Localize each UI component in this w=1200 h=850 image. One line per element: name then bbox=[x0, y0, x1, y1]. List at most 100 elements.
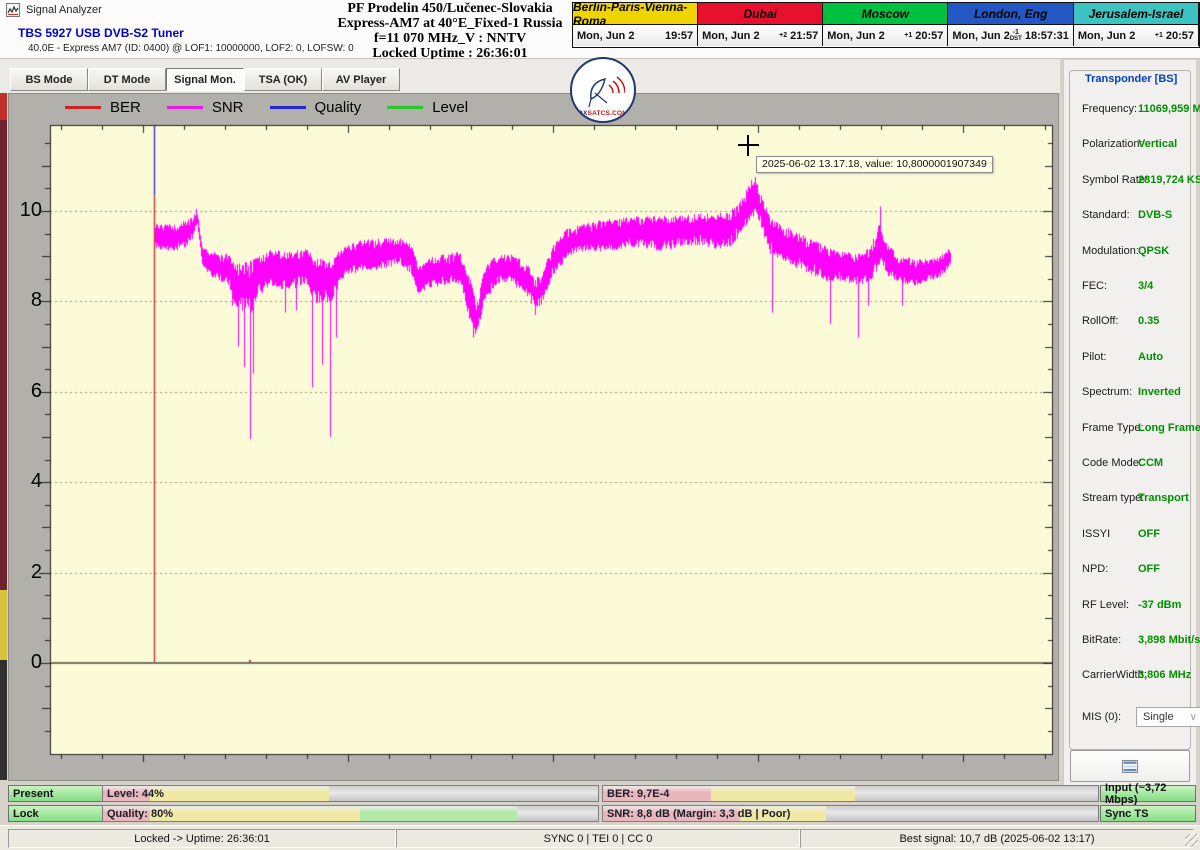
tp-row-label-13: NPD: bbox=[1082, 563, 1108, 575]
tp-row-label-4: Modulation: bbox=[1082, 245, 1139, 257]
tp-row-value-10: CCM bbox=[1138, 457, 1163, 469]
tp-row-value-14: -37 dBm bbox=[1138, 599, 1181, 611]
mis-label: MIS (0): bbox=[1082, 711, 1121, 723]
background-window-sliver-maroon bbox=[0, 120, 7, 590]
list-icon bbox=[1122, 760, 1138, 773]
legend-label: SNR bbox=[212, 99, 244, 116]
sync-ts-badge: Sync TS bbox=[1100, 805, 1196, 822]
legend-line-level bbox=[387, 106, 423, 109]
tp-row-value-16: 3,806 MHz bbox=[1138, 669, 1191, 681]
legend-label: BER bbox=[110, 99, 141, 116]
tp-row-value-3: DVB-S bbox=[1138, 209, 1172, 221]
legend-line-quality bbox=[270, 106, 306, 109]
logo-caption: DXSATCS.COM bbox=[578, 110, 628, 117]
transponder-list-button[interactable] bbox=[1070, 750, 1190, 782]
tp-row-label-3: Standard: bbox=[1082, 209, 1130, 221]
tp-row-label-10: Code Mode: bbox=[1082, 457, 1142, 469]
input-label: Input (~3,72 Mbps) bbox=[1105, 782, 1195, 806]
gauge-quality-label: Quality: 80% bbox=[107, 806, 173, 821]
legend-line-ber bbox=[65, 106, 101, 109]
tab-strip: BS ModeDT ModeSignal Mon.TSA (OK)AV Play… bbox=[0, 59, 1060, 93]
legend-item-quality: Quality bbox=[270, 99, 362, 116]
tab-bs-mode[interactable]: BS Mode bbox=[10, 68, 88, 91]
tp-row-value-9: Long Frame bbox=[1138, 422, 1200, 434]
dxsatcs-logo: DXSATCS.COM bbox=[570, 57, 636, 123]
present-badge: Present bbox=[8, 785, 104, 802]
transponder-title: Transponder [BS] bbox=[1082, 73, 1180, 85]
clock-city-1: Dubai bbox=[698, 3, 823, 25]
clock-time-1: Mon, Jun 2+221:57 bbox=[698, 25, 823, 46]
chart-tooltip: 2025-06-02 13.17.18, value: 10,800000190… bbox=[756, 156, 993, 173]
gauge-snr-label: SNR: 8,8 dB (Margin: 3,3 dB | Poor) bbox=[607, 806, 790, 821]
legend-label: Level bbox=[432, 99, 468, 116]
tp-row-value-2: 2819,724 KS/s bbox=[1138, 174, 1200, 186]
tab-av-player[interactable]: AV Player bbox=[322, 68, 400, 91]
input-badge: Input (~3,72 Mbps) bbox=[1100, 785, 1196, 802]
tp-row-label-15: BitRate: bbox=[1082, 634, 1121, 646]
statusbar: Locked -> Uptime: 26:36:01 SYNC 0 | TEI … bbox=[0, 825, 1200, 850]
app-icon bbox=[6, 3, 20, 17]
tp-row-value-4: QPSK bbox=[1138, 245, 1169, 257]
tp-row-label-6: RollOff: bbox=[1082, 315, 1118, 327]
tp-row-value-7: Auto bbox=[1138, 351, 1163, 363]
gauge-quality-seg-1 bbox=[150, 806, 360, 821]
window-title: Signal Analyzer bbox=[26, 4, 102, 16]
statusbar-best-signal: Best signal: 10,7 dB (2025-06-02 13:17) bbox=[800, 829, 1194, 848]
crosshair-cursor-h bbox=[738, 144, 759, 146]
resize-grip[interactable] bbox=[1185, 834, 1198, 847]
tp-row-value-8: Inverted bbox=[1138, 386, 1181, 398]
snr-monitor-chart[interactable] bbox=[34, 119, 1056, 763]
clock-time-2: Mon, Jun 2+120:57 bbox=[823, 25, 948, 46]
tuner-title: TBS 5927 USB DVB-S2 Tuner bbox=[18, 26, 184, 40]
gauge-ber-seg-1 bbox=[711, 786, 855, 801]
gauge-ber-label: BER: 9,7E-4 bbox=[607, 786, 669, 801]
clock-city-4: Jerusalem-Israel bbox=[1074, 3, 1199, 25]
legend-line-snr bbox=[167, 106, 203, 109]
gauge-level-label: Level: 44% bbox=[107, 786, 164, 801]
statusbar-uptime: Locked -> Uptime: 26:36:01 bbox=[8, 829, 396, 848]
statusbar-sync-counters: SYNC 0 | TEI 0 | CC 0 bbox=[396, 829, 800, 848]
tp-row-value-11: Transport bbox=[1138, 492, 1189, 504]
tp-row-value-12: OFF bbox=[1138, 528, 1160, 540]
clock-city-0: Berlin-Paris-Vienna-Roma bbox=[573, 3, 698, 25]
tab-dt-mode[interactable]: DT Mode bbox=[88, 68, 166, 91]
site-line-1: PF Prodelin 450/Lučenec-Slovakia bbox=[330, 1, 570, 16]
site-line-3: f=11 070 MHz_V : NNTV bbox=[330, 31, 570, 46]
clock-time-3: Mon, Jun 2-1DST18:57:31 bbox=[948, 25, 1074, 46]
site-info: PF Prodelin 450/Lučenec-Slovakia Express… bbox=[330, 1, 570, 61]
legend-item-level: Level bbox=[387, 99, 468, 116]
tp-row-label-12: ISSYI bbox=[1082, 528, 1110, 540]
tp-row-label-11: Stream type: bbox=[1082, 492, 1144, 504]
tp-row-label-1: Polarization: bbox=[1082, 138, 1143, 150]
clock-city-2: Moscow bbox=[823, 3, 948, 25]
tp-row-value-6: 0.35 bbox=[1138, 315, 1159, 327]
clock-time-0: Mon, Jun 219:57 bbox=[573, 25, 698, 46]
background-window-sliver-yellow bbox=[0, 590, 7, 660]
tp-row-label-5: FEC: bbox=[1082, 280, 1107, 292]
chart-legend: BER SNR Quality Level bbox=[9, 94, 1058, 120]
lock-badge: Lock bbox=[8, 805, 104, 822]
mis-dropdown[interactable]: Single ∨ bbox=[1136, 707, 1200, 727]
tuner-subtitle: 40.0E - Express AM7 (ID: 0400) @ LOF1: 1… bbox=[28, 43, 354, 54]
present-label: Present bbox=[13, 788, 53, 800]
gauge-level: Level: 44% bbox=[102, 785, 599, 802]
signal-analyzer-window: Signal Analyzer TBS 5927 USB DVB-S2 Tune… bbox=[0, 0, 1200, 850]
lock-label: Lock bbox=[13, 808, 39, 820]
tp-row-label-7: Pilot: bbox=[1082, 351, 1106, 363]
tp-row-label-0: Frequency: bbox=[1082, 103, 1137, 115]
background-window-sliver-dark bbox=[0, 660, 7, 780]
tp-row-label-14: RF Level: bbox=[1082, 599, 1129, 611]
tp-row-value-0: 11069,959 MHz bbox=[1138, 103, 1200, 115]
transponder-groupbox: Transponder [BS] Frequency:11069,959 MHz… bbox=[1069, 70, 1191, 750]
legend-label: Quality bbox=[315, 99, 362, 116]
tab-signal-mon-[interactable]: Signal Mon. bbox=[166, 68, 244, 91]
background-window-sliver-red bbox=[0, 93, 7, 120]
tab-tsa-ok-[interactable]: TSA (OK) bbox=[244, 68, 322, 91]
tp-row-value-13: OFF bbox=[1138, 563, 1160, 575]
header: Signal Analyzer TBS 5927 USB DVB-S2 Tune… bbox=[0, 0, 1200, 59]
tp-row-label-8: Spectrum: bbox=[1082, 386, 1132, 398]
legend-item-snr: SNR bbox=[167, 99, 244, 116]
tp-row-value-15: 3,898 Mbit/s bbox=[1138, 634, 1200, 646]
gauge-snr: SNR: 8,8 dB (Margin: 3,3 dB | Poor) bbox=[602, 805, 1099, 822]
gauge-quality-seg-2 bbox=[360, 806, 517, 821]
